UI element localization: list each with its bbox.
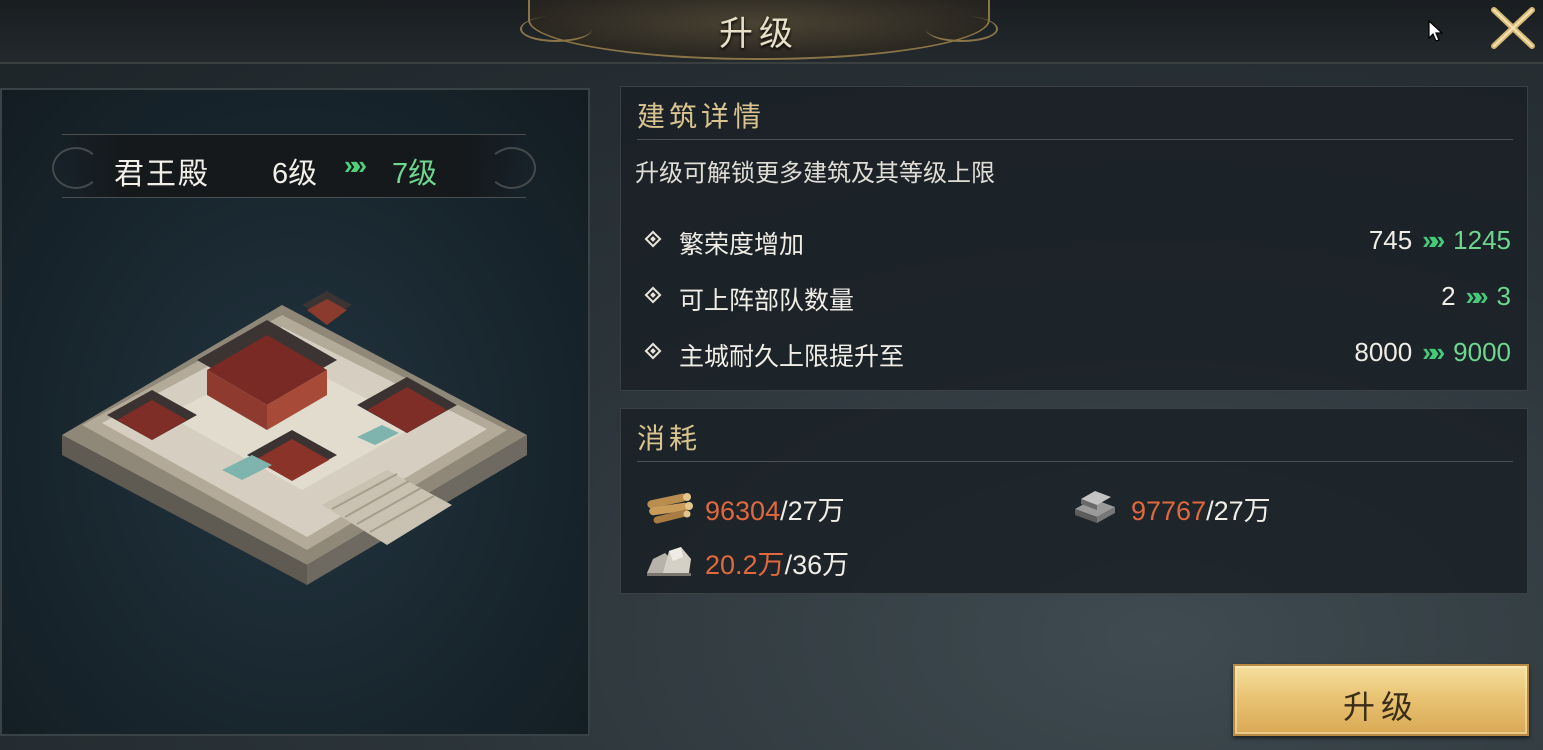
diamond-bullet-icon <box>644 286 662 304</box>
divider <box>637 461 1513 462</box>
cost-title: 消耗 <box>637 422 702 455</box>
stat-label: 可上阵部队数量 <box>679 287 855 315</box>
current-level: 6级 <box>272 158 318 190</box>
building-name: 君王殿 <box>114 157 210 192</box>
stat-next: 3 <box>1496 281 1511 311</box>
upgrade-button-label: 升级 <box>1342 688 1419 726</box>
building-preview-panel: 君王殿 6级 »» 7级 <box>0 88 590 736</box>
stat-values: 8000 »» 9000 <box>1354 337 1511 368</box>
increase-arrow-icon: »» <box>1422 337 1445 367</box>
top-bar: 升级 <box>0 0 1543 64</box>
stat-label: 主城耐久上限提升至 <box>679 343 905 371</box>
increase-arrow-icon: »» <box>1422 225 1445 255</box>
palace-building-image <box>62 291 527 585</box>
stat-next: 9000 <box>1453 337 1511 367</box>
title-plate: 升级 <box>520 0 998 60</box>
resource-amount: 96304/27万 <box>705 489 845 528</box>
resource-need: /27万 <box>1206 496 1271 526</box>
resource-have: 97767 <box>1131 496 1207 526</box>
stat-current: 2 <box>1441 281 1456 311</box>
stat-current: 745 <box>1368 225 1413 255</box>
ornament-left <box>52 147 100 189</box>
wood-logs-icon <box>647 493 693 524</box>
building-name-plate: 君王殿 6级 »» 7级 <box>52 134 536 198</box>
cost-panel: 消耗 96304/27万 97767/27万 20.2万/36万 <box>620 408 1528 594</box>
mouse-cursor-icon <box>1428 20 1444 42</box>
stat-row-prosperity: 繁荣度增加 745 »» 1245 <box>643 223 1511 259</box>
stat-row-durability: 主城耐久上限提升至 8000 »» 9000 <box>643 335 1511 371</box>
diamond-bullet-icon <box>644 230 662 248</box>
building-details-panel: 建筑详情 升级可解锁更多建筑及其等级上限 繁荣度增加 745 »» 1245 可上阵… <box>620 86 1528 391</box>
close-icon[interactable] <box>1488 4 1538 52</box>
resource-amount: 20.2万/36万 <box>705 543 849 582</box>
resource-amount: 97767/27万 <box>1131 489 1271 528</box>
stat-label: 繁荣度增加 <box>679 231 805 259</box>
level-arrow-icon: »» <box>344 150 367 180</box>
divider <box>637 139 1513 140</box>
page-title: 升级 <box>719 14 799 54</box>
stat-current: 8000 <box>1354 337 1413 367</box>
stat-values: 745 »» 1245 <box>1369 225 1511 256</box>
diamond-bullet-icon <box>644 342 662 360</box>
stat-values: 2 »» 3 <box>1441 281 1511 312</box>
details-description: 升级可解锁更多建筑及其等级上限 <box>635 160 995 187</box>
ornament-right <box>488 147 536 189</box>
next-level: 7级 <box>392 158 438 190</box>
resource-need: /36万 <box>784 550 850 580</box>
stat-row-troops: 可上阵部队数量 2 »» 3 <box>643 279 1511 315</box>
stone-icon <box>647 547 691 576</box>
resource-have: 20.2万 <box>705 550 785 580</box>
stat-next: 1245 <box>1453 225 1511 255</box>
upgrade-button[interactable]: 升级 <box>1233 664 1529 736</box>
iron-ingot-icon <box>1075 491 1115 523</box>
increase-arrow-icon: »» <box>1465 281 1489 311</box>
resource-have: 96304 <box>705 496 781 526</box>
details-title: 建筑详情 <box>637 100 766 133</box>
resource-need: /27万 <box>780 496 845 526</box>
